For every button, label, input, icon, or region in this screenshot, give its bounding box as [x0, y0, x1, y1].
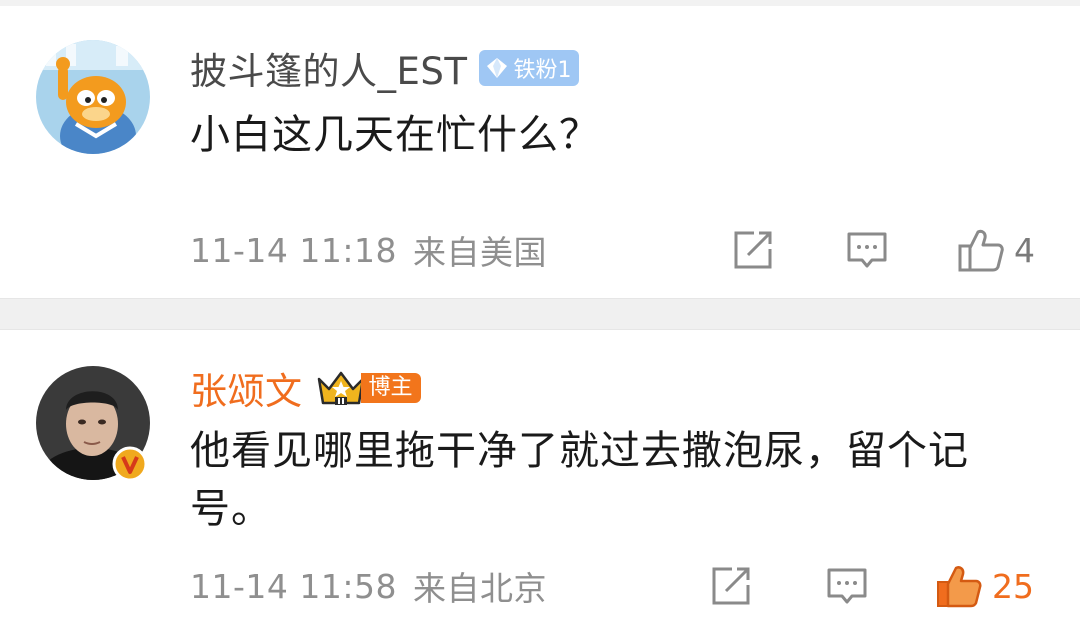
- reply-button[interactable]: [826, 565, 868, 607]
- comment-footer: 11-14 11:18 来自美国 4: [190, 220, 1050, 280]
- comment-time: 11-14 11:58: [190, 566, 397, 606]
- comment-icon: [847, 232, 887, 268]
- comment-item: 披斗篷的人_EST 铁粉1 小白这几天在忙什么？ 11-14 11:18 来自美…: [0, 6, 1080, 298]
- blogger-badge[interactable]: 博主: [315, 368, 421, 408]
- blogger-badge-label: 博主: [360, 373, 421, 403]
- share-icon: [712, 567, 750, 605]
- like-count: 25: [992, 566, 1034, 606]
- like-button[interactable]: 25: [936, 564, 1034, 608]
- comment-text: 他看见哪里拖干净了就过去撒泡尿，留个记号。: [190, 428, 969, 532]
- comment-footer: 11-14 11:58 来自北京 25: [190, 556, 1050, 616]
- comment-item: 张颂文 博主 他看见哪里拖干净了就过去撒泡尿，留个记号。 11-14 11:58…: [0, 330, 1080, 633]
- comment-icon: [827, 568, 867, 604]
- name-row: 披斗篷的人_EST 铁粉1: [190, 40, 580, 96]
- avatar[interactable]: [36, 40, 150, 154]
- like-button[interactable]: 4: [958, 228, 1035, 272]
- crown-icon: [317, 371, 364, 405]
- comment-location: 来自北京: [412, 569, 547, 608]
- thumbs-up-filled-icon: [937, 566, 982, 608]
- reply-button[interactable]: [846, 229, 888, 271]
- share-icon: [734, 231, 772, 269]
- garfield-avatar-icon: [36, 40, 150, 154]
- fan-badge-label: 铁粉1: [513, 58, 572, 83]
- repost-button[interactable]: [710, 565, 752, 607]
- username[interactable]: 披斗篷的人_EST: [190, 41, 467, 95]
- name-row: 张颂文 博主: [190, 360, 421, 416]
- comment-location: 来自美国: [412, 233, 547, 272]
- repost-button[interactable]: [732, 229, 774, 271]
- comment-text: 小白这几天在忙什么？: [190, 112, 600, 158]
- diamond-icon: [487, 58, 508, 78]
- verified-icon: [112, 446, 148, 482]
- fan-badge[interactable]: 铁粉1: [479, 50, 580, 86]
- username[interactable]: 张颂文: [190, 361, 303, 415]
- comment-divider: [0, 298, 1080, 330]
- like-count: 4: [1014, 230, 1035, 270]
- thumbs-up-icon: [958, 229, 1004, 272]
- comment-time: 11-14 11:18: [190, 230, 397, 270]
